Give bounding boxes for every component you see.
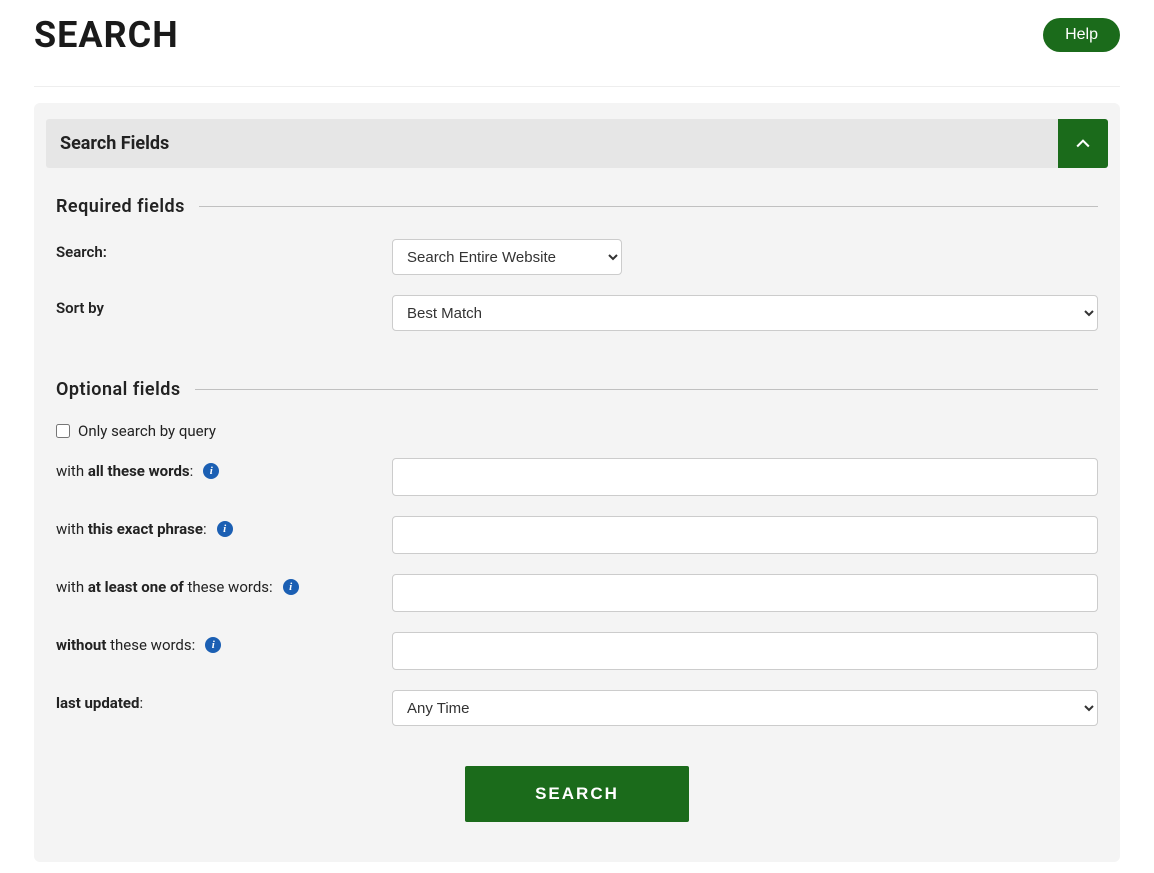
- section-header: Search Fields: [46, 119, 1108, 168]
- label-text: at least one of: [88, 578, 184, 596]
- label-text: these words:: [106, 636, 195, 654]
- section-header-title: Search Fields: [46, 119, 1058, 168]
- optional-fields-legend-row: Optional fields: [56, 379, 1098, 400]
- required-fields-legend-row: Required fields: [56, 196, 1098, 217]
- label-text: with: [56, 462, 88, 480]
- label-text: with: [56, 520, 88, 538]
- page-title: SEARCH: [34, 14, 179, 56]
- all-words-input[interactable]: [392, 458, 1098, 496]
- required-fields-legend: Required fields: [56, 196, 199, 217]
- search-submit-button[interactable]: SEARCH: [465, 766, 689, 822]
- all-words-label: with all these words: i: [56, 458, 392, 480]
- only-search-by-query-checkbox[interactable]: [56, 424, 70, 438]
- label-text: without: [56, 636, 106, 654]
- label-text: :: [203, 520, 207, 538]
- label-text: these words:: [184, 578, 273, 596]
- search-scope-label: Search:: [56, 239, 392, 261]
- info-icon[interactable]: i: [203, 463, 219, 479]
- collapse-toggle-button[interactable]: [1058, 119, 1108, 168]
- divider: [195, 389, 1098, 390]
- search-panel: Search Fields Required fields Search: Se…: [34, 103, 1120, 862]
- exact-phrase-input[interactable]: [392, 516, 1098, 554]
- info-icon[interactable]: i: [217, 521, 233, 537]
- optional-fields-legend: Optional fields: [56, 379, 195, 400]
- without-words-label: without these words: i: [56, 632, 392, 654]
- label-text: last updated: [56, 694, 139, 712]
- info-icon[interactable]: i: [205, 637, 221, 653]
- sort-by-label: Sort by: [56, 295, 392, 317]
- search-scope-select[interactable]: Search Entire Website: [392, 239, 622, 275]
- label-text: with: [56, 578, 88, 596]
- label-text: this exact phrase: [88, 520, 203, 538]
- one-of-words-label: with at least one of these words: i: [56, 574, 392, 596]
- info-icon[interactable]: i: [283, 579, 299, 595]
- label-text: :: [190, 462, 194, 480]
- exact-phrase-label: with this exact phrase: i: [56, 516, 392, 538]
- divider: [199, 206, 1098, 207]
- last-updated-label: last updated:: [56, 690, 392, 712]
- label-text: all these words: [88, 462, 190, 480]
- without-words-input[interactable]: [392, 632, 1098, 670]
- one-of-words-input[interactable]: [392, 574, 1098, 612]
- label-text: :: [139, 694, 143, 712]
- chevron-up-icon: [1073, 134, 1093, 154]
- help-button[interactable]: Help: [1043, 18, 1120, 52]
- only-search-by-query-label[interactable]: Only search by query: [78, 422, 216, 440]
- sort-by-select[interactable]: Best Match: [392, 295, 1098, 331]
- last-updated-select[interactable]: Any Time: [392, 690, 1098, 726]
